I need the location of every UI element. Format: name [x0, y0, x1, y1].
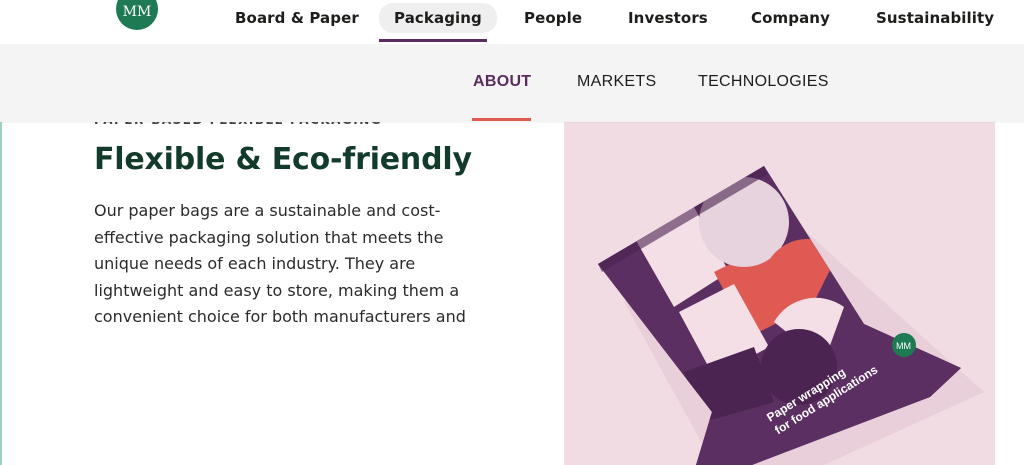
subnav-markets[interactable]: MARKETS	[577, 73, 656, 91]
nav-sustainability[interactable]: Sustainability	[876, 0, 994, 36]
nav-company[interactable]: Company	[751, 0, 830, 36]
subnav-about[interactable]: ABOUT	[473, 73, 531, 91]
sub-navigation: ABOUT MARKETS TECHNOLOGIES	[0, 44, 1024, 122]
svg-text:MM: MM	[896, 341, 911, 351]
intro-paragraph: Our paper bags are a sustainable and cos…	[94, 201, 466, 326]
top-navigation: MM Board & Paper Packaging People Invest…	[0, 0, 1024, 44]
nav-investors[interactable]: Investors	[628, 0, 708, 36]
mm-logo[interactable]: MM	[116, 0, 158, 30]
paper-bag-illustration: MM Paper wrapping for food applications	[598, 166, 984, 465]
page-title: Flexible & Eco-friendly	[94, 142, 472, 177]
nav-packaging[interactable]: Packaging	[379, 3, 497, 33]
nav-board-paper[interactable]: Board & Paper	[235, 0, 359, 36]
product-image: MM Paper wrapping for food applications	[564, 122, 995, 465]
nav-active-indicator	[379, 39, 487, 42]
nav-people[interactable]: People	[524, 0, 582, 36]
subnav-technologies[interactable]: TECHNOLOGIES	[698, 73, 829, 91]
subnav-active-indicator	[472, 118, 531, 121]
